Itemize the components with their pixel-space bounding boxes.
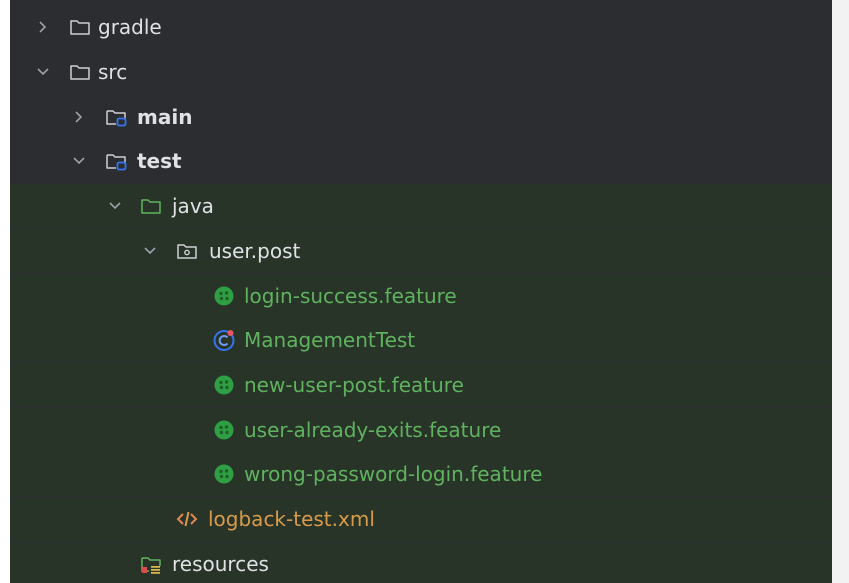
cucumber-feature-icon (214, 286, 234, 306)
tree-node-label: test (137, 149, 182, 173)
folder-icon (70, 65, 90, 80)
tree-node-file[interactable]: user-already-exits.feature (10, 408, 832, 452)
chevron-right-icon[interactable] (34, 18, 52, 36)
vertical-scrollbar[interactable] (832, 0, 849, 583)
tree-node-test[interactable]: test (10, 139, 832, 183)
test-source-folder-icon (141, 199, 161, 214)
tree-node-label: src (98, 60, 128, 84)
tree-node-user-post[interactable]: user.post (10, 229, 832, 273)
tree-node-label: logback-test.xml (208, 507, 375, 531)
chevron-right-icon[interactable] (70, 108, 88, 126)
chevron-down-icon[interactable] (106, 197, 124, 215)
resources-folder-icon (141, 557, 161, 574)
tree-node-label: java (172, 194, 214, 218)
package-icon (177, 244, 197, 259)
folder-icon (70, 20, 90, 35)
cucumber-feature-icon (214, 420, 234, 440)
chevron-down-icon[interactable] (34, 63, 52, 81)
module-folder-icon (106, 154, 127, 171)
tree-node-main[interactable]: main (10, 95, 832, 139)
tree-node-file[interactable]: logback-test.xml (10, 497, 832, 541)
tree-node-file[interactable]: ManagementTest (10, 318, 832, 362)
tree-node-file[interactable]: wrong-password-login.feature (10, 452, 832, 496)
tree-node-java[interactable]: java (10, 184, 832, 228)
tree-node-gradle[interactable]: gradle (10, 5, 832, 49)
tree-node-file[interactable]: login-success.feature (10, 274, 832, 318)
tree-node-label: ManagementTest (244, 328, 416, 352)
tree-node-resources[interactable]: resources (10, 542, 832, 583)
cucumber-feature-icon (214, 375, 234, 395)
test-class-icon (213, 330, 235, 351)
module-folder-icon (106, 110, 127, 127)
chevron-down-icon[interactable] (70, 152, 88, 170)
xml-file-icon (176, 511, 198, 527)
project-tree-panel: gradle src main test java user.post logi… (10, 0, 832, 583)
cucumber-feature-icon (214, 464, 234, 484)
tree-node-label: user-already-exits.feature (244, 418, 502, 442)
tree-node-label: gradle (98, 15, 162, 39)
tree-node-label: login-success.feature (244, 284, 457, 308)
tree-node-src[interactable]: src (10, 50, 832, 94)
tree-node-label: wrong-password-login.feature (244, 462, 543, 486)
scrollbar-thumb[interactable] (836, 0, 845, 583)
tree-node-label: resources (172, 552, 269, 576)
chevron-down-icon[interactable] (141, 242, 159, 260)
tree-node-file[interactable]: new-user-post.feature (10, 363, 832, 407)
tree-node-label: new-user-post.feature (244, 373, 464, 397)
tree-node-label: main (137, 105, 193, 129)
tree-node-label: user.post (209, 239, 301, 263)
